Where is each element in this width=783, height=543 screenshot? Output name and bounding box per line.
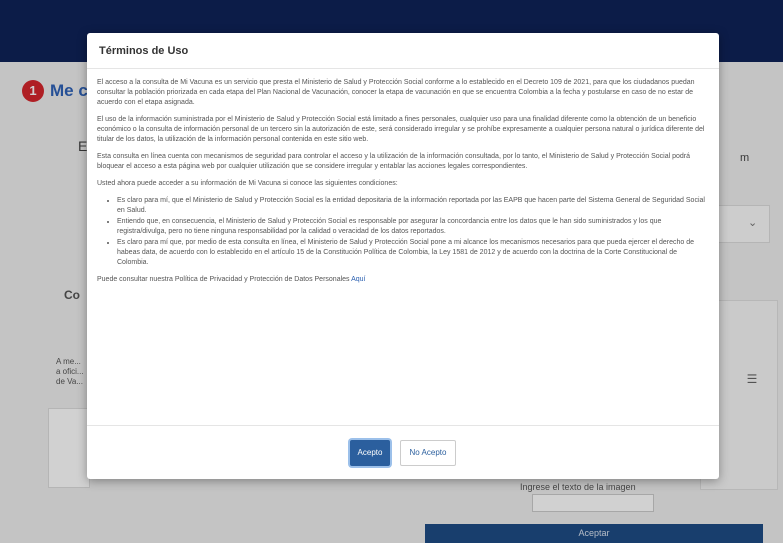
accept-button[interactable]: Acepto [350, 439, 390, 466]
conditions-list: Es claro para mí, que el Ministerio de S… [109, 196, 709, 268]
terms-paragraph-2: El uso de la información suministrada po… [97, 116, 705, 143]
terms-paragraph-4: Usted ahora puede acceder a su informaci… [97, 180, 398, 187]
terms-paragraph-1: El acceso a la consulta de Mi Vacuna es … [97, 79, 695, 106]
privacy-policy-text: Puede consultar nuestra Política de Priv… [97, 276, 350, 283]
modal-header: Términos de Uso [87, 33, 719, 69]
modal-title: Términos de Uso [99, 44, 189, 57]
condition-item: Es claro para mí que, por medio de esta … [117, 238, 709, 268]
modal-body: El acceso a la consulta de Mi Vacuna es … [87, 69, 719, 285]
decline-button[interactable]: No Acepto [400, 439, 456, 466]
modal-footer: Acepto No Acepto [87, 425, 719, 479]
condition-item: Es claro para mí, que el Ministerio de S… [117, 196, 709, 216]
privacy-policy-line: Puede consultar nuestra Política de Priv… [97, 275, 709, 285]
terms-modal: Términos de Uso El acceso a la consulta … [87, 33, 719, 479]
condition-item: Entiendo que, en consecuencia, el Minist… [117, 217, 709, 237]
privacy-policy-link[interactable]: Aquí [351, 276, 365, 283]
terms-paragraph-3: Esta consulta en línea cuenta con mecani… [97, 153, 691, 170]
